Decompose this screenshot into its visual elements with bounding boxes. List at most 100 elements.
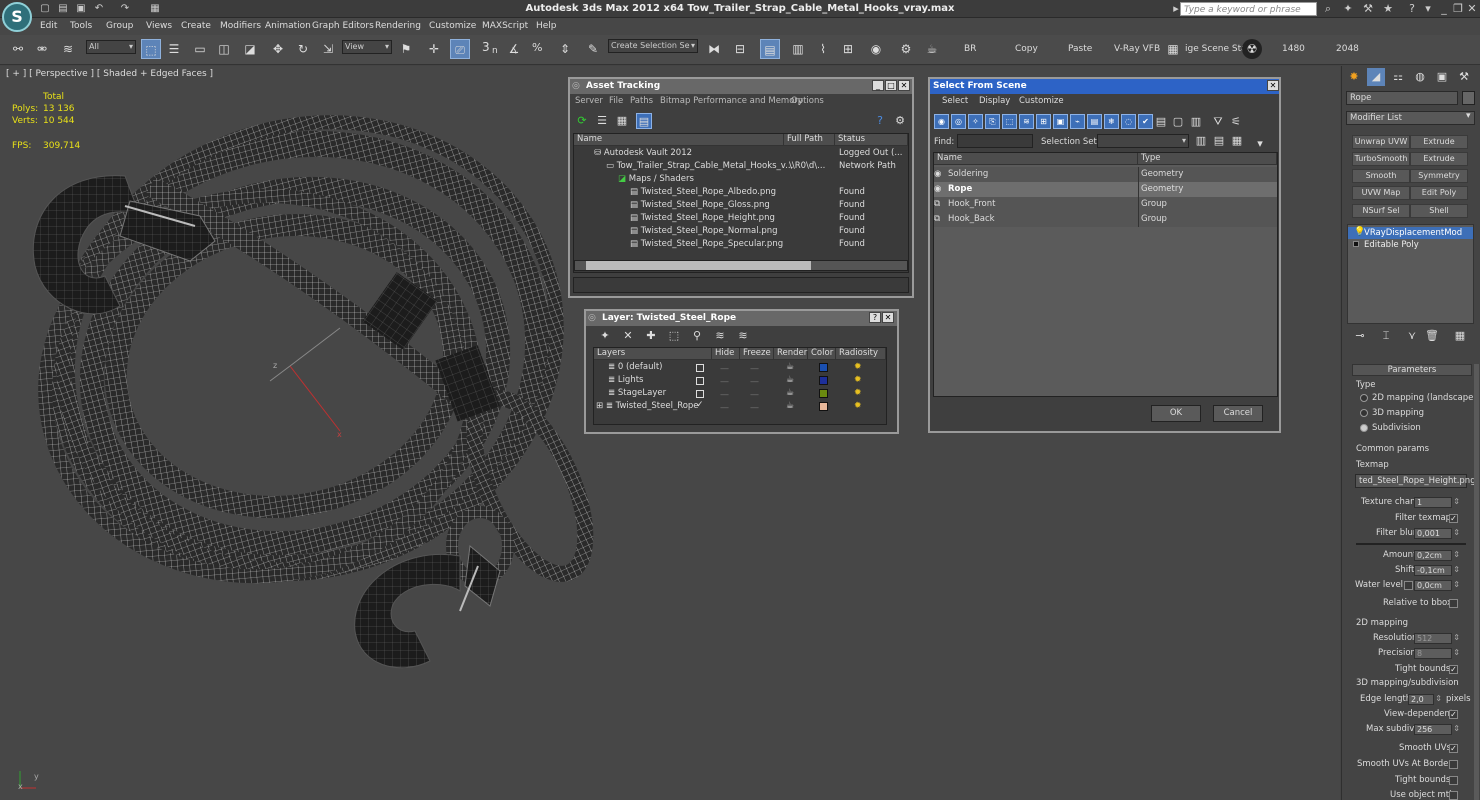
material-editor-icon[interactable]: ◉ bbox=[866, 39, 886, 59]
filter-blur-spinner[interactable]: 0,001 bbox=[1414, 528, 1460, 539]
display-cameras-icon[interactable]: ⎘ bbox=[985, 114, 1000, 129]
motion-tab-icon[interactable]: ◍ bbox=[1411, 68, 1429, 86]
select-all-icon[interactable]: ▤ bbox=[1153, 114, 1169, 130]
configure-sets-icon[interactable]: ▦ bbox=[1452, 328, 1468, 344]
menu-views[interactable]: Views bbox=[146, 21, 172, 31]
subscription-icon[interactable]: ✦ bbox=[1340, 2, 1356, 16]
filter-texmap-checkbox[interactable]: ✓ bbox=[1449, 514, 1458, 523]
keyboard-shortcut-icon[interactable]: ⎚ bbox=[450, 39, 470, 59]
stack-item-vray-displacement[interactable]: VRayDisplacementMod bbox=[1348, 227, 1473, 239]
render-teapot-icon[interactable]: ☕ bbox=[922, 39, 942, 59]
select-move-icon[interactable]: ◪ bbox=[240, 39, 260, 59]
radiosity-icon[interactable]: ✹ bbox=[854, 388, 862, 398]
ok-button[interactable]: OK bbox=[1151, 405, 1201, 422]
texture-chan-spinner[interactable]: 1 bbox=[1414, 497, 1460, 508]
modify-tab-icon[interactable]: ◢ bbox=[1367, 68, 1385, 86]
display-all-icon[interactable]: ✔ bbox=[1138, 114, 1153, 129]
menu-graph-editors[interactable]: Graph Editors bbox=[312, 21, 374, 31]
unlink-icon[interactable]: ⚮ bbox=[32, 39, 52, 59]
display-frozen-icon[interactable]: ❄ bbox=[1104, 114, 1119, 129]
scene-row-rope[interactable] bbox=[934, 182, 1277, 197]
select-scene-menu-select[interactable]: Select bbox=[942, 96, 968, 106]
asset-col-path[interactable]: Full Path bbox=[784, 134, 835, 146]
mirror-icon[interactable]: ⧓ bbox=[704, 39, 724, 59]
current-layer-box-lights[interactable] bbox=[696, 377, 704, 385]
smooth-uvs-checkbox[interactable]: ✓ bbox=[1449, 744, 1458, 753]
freeze-toggle-lights[interactable]: — bbox=[750, 377, 759, 387]
asset-row-height[interactable]: ▤ Twisted_Steel_Rope_Height.png bbox=[630, 212, 775, 225]
menu-customize[interactable]: Customize bbox=[429, 21, 476, 31]
edit-poly-button[interactable]: Edit Poly bbox=[1410, 186, 1468, 200]
turbosmooth-button[interactable]: TurboSmooth bbox=[1352, 152, 1410, 166]
render-setup-icon[interactable]: ⚙ bbox=[896, 39, 916, 59]
display-geometry-icon[interactable]: ◉ bbox=[934, 114, 949, 129]
freeze-all-layers-icon[interactable]: ≋ bbox=[735, 328, 751, 344]
parameters-rollout-header[interactable]: Parameters bbox=[1352, 364, 1472, 376]
vault-settings-icon[interactable]: ⚙ bbox=[892, 113, 908, 129]
menu-modifiers[interactable]: Modifiers bbox=[220, 21, 261, 31]
layer-close-icon[interactable]: ✕ bbox=[882, 312, 894, 323]
view-dependent-checkbox[interactable]: ✓ bbox=[1449, 710, 1458, 719]
asset-tracking-titlebar[interactable]: Asset Tracking bbox=[570, 79, 912, 94]
scene-col-name[interactable]: Name bbox=[934, 153, 1138, 165]
smooth-button[interactable]: Smooth bbox=[1352, 169, 1410, 183]
render-teapot-icon[interactable]: ☕ bbox=[786, 362, 794, 372]
shell-button[interactable]: Shell bbox=[1410, 204, 1468, 218]
display-hidden-icon[interactable]: ◌ bbox=[1121, 114, 1136, 129]
select-in-layer-icon[interactable]: ⬚ bbox=[666, 328, 682, 344]
filter-options-icon[interactable]: ⚟ bbox=[1228, 114, 1244, 130]
list-view-icon[interactable]: ☰ bbox=[594, 113, 610, 129]
display-xrefs-icon[interactable]: ▣ bbox=[1053, 114, 1068, 129]
asset-row-gloss[interactable]: ▤ Twisted_Steel_Rope_Gloss.png bbox=[630, 199, 770, 212]
display-helpers-icon[interactable]: ⬚ bbox=[1002, 114, 1017, 129]
radio-subdivision[interactable] bbox=[1360, 424, 1368, 432]
layer-col-radiosity[interactable]: Radiosity bbox=[836, 348, 886, 360]
radiosity-icon[interactable]: ✹ bbox=[854, 375, 862, 385]
asset-row-specular[interactable]: ▤ Twisted_Steel_Rope_Specular.png bbox=[630, 238, 783, 251]
reference-coordinate-dropdown[interactable]: View bbox=[342, 40, 392, 54]
asset-menu-bitmap[interactable]: Bitmap Performance and Memory bbox=[660, 96, 803, 106]
menu-tools[interactable]: Tools bbox=[70, 21, 92, 31]
radio-2d-mapping-label[interactable]: 2D mapping (landscape) bbox=[1372, 393, 1477, 403]
asset-close-icon[interactable]: ✕ bbox=[898, 80, 910, 91]
menu-maxscript[interactable]: MAXScript bbox=[482, 21, 528, 31]
snaps-toggle-icon[interactable]: 3 bbox=[482, 40, 490, 54]
layer-color-swatch[interactable] bbox=[819, 389, 828, 398]
select-scene-menu-customize[interactable]: Customize bbox=[1019, 96, 1064, 106]
menu-group[interactable]: Group bbox=[106, 21, 133, 31]
render-teapot-icon[interactable]: ☕ bbox=[786, 388, 794, 398]
image-scene-button[interactable]: ige Scene Stat bbox=[1185, 44, 1250, 54]
nsurf-sel-button[interactable]: NSurf Sel bbox=[1352, 204, 1410, 218]
grid-view-icon[interactable]: ▤ bbox=[636, 113, 652, 129]
menu-edit[interactable]: Edit bbox=[40, 21, 57, 31]
asset-row-normal[interactable]: ▤ Twisted_Steel_Rope_Normal.png bbox=[630, 225, 778, 238]
refresh-icon[interactable]: ⟳ bbox=[574, 113, 590, 129]
select-from-scene-titlebar[interactable]: Select From Scene bbox=[930, 79, 1279, 94]
link-icon[interactable]: ⚯ bbox=[8, 39, 28, 59]
layer-col-hide[interactable]: Hide bbox=[712, 348, 740, 360]
layer-manager-icon[interactable]: ▤ bbox=[760, 39, 780, 59]
water-level-checkbox[interactable] bbox=[1404, 581, 1413, 590]
render-width-button[interactable]: 1480 bbox=[1282, 44, 1305, 54]
menu-rendering[interactable]: Rendering bbox=[375, 21, 421, 31]
layer-row-stage[interactable]: ≣ StageLayer bbox=[608, 387, 666, 400]
vault-help-icon[interactable]: ? bbox=[872, 113, 888, 129]
pin-stack-icon[interactable]: ⊸ bbox=[1352, 328, 1368, 344]
hide-toggle-stage[interactable]: — bbox=[720, 390, 729, 400]
show-end-result-icon[interactable]: ⌶ bbox=[1378, 328, 1394, 344]
cancel-button[interactable]: Cancel bbox=[1213, 405, 1263, 422]
menu-create[interactable]: Create bbox=[181, 21, 211, 31]
layer-color-swatch[interactable] bbox=[819, 363, 828, 372]
stack-item-editable-poly[interactable]: Editable Poly bbox=[1348, 239, 1473, 251]
layer-col-freeze[interactable]: Freeze bbox=[740, 348, 774, 360]
expand-icon[interactable]: ⊞ bbox=[596, 401, 606, 411]
hide-all-layers-icon[interactable]: ≋ bbox=[712, 328, 728, 344]
display-containers-icon[interactable]: ▤ bbox=[1087, 114, 1102, 129]
freeze-toggle-default[interactable]: — bbox=[750, 364, 759, 374]
asset-row-albedo[interactable]: ▤ Twisted_Steel_Rope_Albedo.png bbox=[630, 186, 776, 199]
align-icon[interactable]: ⊟ bbox=[730, 39, 750, 59]
filter-icon[interactable]: ⛛ bbox=[1210, 114, 1226, 130]
app-logo-icon[interactable]: S bbox=[2, 2, 32, 32]
create-layer-icon[interactable]: ✦ bbox=[597, 328, 613, 344]
hide-toggle-default[interactable]: — bbox=[720, 364, 729, 374]
